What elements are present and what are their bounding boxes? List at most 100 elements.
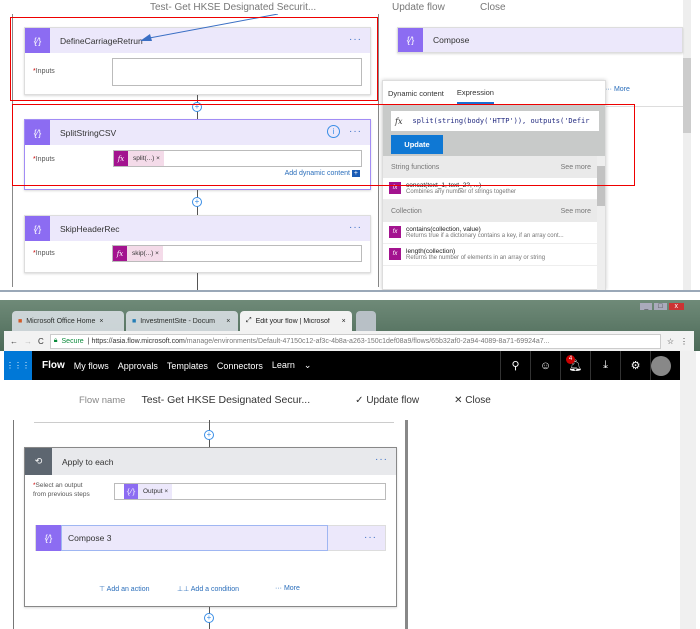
more-button[interactable]: ··· More [275, 585, 300, 592]
top-nav-bar: ⋮⋮⋮ Flow My flows Approvals Templates Co… [4, 351, 680, 380]
browser-tab[interactable]: ■ Microsoft Office Home × [12, 311, 124, 331]
browser-tab[interactable]: ■ InvestmentSite - Docum × [126, 311, 238, 331]
section-collection: Collection See more [383, 200, 599, 222]
close-tab-icon[interactable]: × [226, 318, 230, 325]
close-partial[interactable]: Close [480, 2, 506, 13]
settings-gear-icon[interactable]: ⚙ [620, 351, 650, 380]
update-flow-button[interactable]: ✓ Update flow [355, 395, 419, 406]
top-screenshot-panel: Test- Get HKSE Designated Securit... Upd… [0, 0, 700, 292]
tab-dynamic-content[interactable]: Dynamic content [388, 89, 444, 98]
apply-to-each-card[interactable]: ⟲ Apply to each ··· *Select an output from … [24, 447, 397, 607]
function-desc: Returns true if a dictionary contains a … [406, 233, 564, 239]
loop-icon: ⟲ [25, 448, 52, 475]
update-flow-partial[interactable]: Update flow [392, 2, 445, 13]
browser-menu-icon[interactable]: ⋮ [680, 337, 688, 346]
search-icon[interactable]: ⚲ [500, 351, 530, 380]
feedback-smiley-icon[interactable]: ☺ [530, 351, 560, 380]
nav-learn-label: Learn [271, 360, 295, 370]
insert-step-button[interactable]: + [204, 430, 214, 440]
compose-3-card[interactable]: {⁄} Compose 3 ··· [35, 525, 386, 551]
output-token[interactable]: {⁄} Output × [124, 484, 173, 499]
expression-token[interactable]: fx skip(...) × [113, 246, 163, 261]
add-condition-icon: ⊥⊥ [177, 586, 190, 593]
card-skip-header-rec[interactable]: {⁄} SkipHeaderRec ··· *Inputs fx skip(...) … [24, 215, 371, 273]
app-launcher-icon[interactable]: ⋮⋮⋮ [4, 351, 32, 380]
function-desc: Combines any number of strings together [406, 189, 517, 195]
add-action-label: Add an action [106, 586, 150, 593]
card-title: Compose 3 [61, 525, 328, 551]
insert-step-button[interactable]: + [204, 613, 214, 623]
brand-flow[interactable]: Flow [42, 360, 65, 371]
lock-icon: 🔒︎ [53, 337, 58, 344]
fx-icon: fx [389, 248, 401, 260]
browser-chrome: ■ Microsoft Office Home × ■ InvestmentSite … [0, 300, 700, 351]
highlight-box-split [12, 104, 635, 186]
card-compose[interactable]: {⁄} Compose [397, 27, 683, 53]
more-label: More [283, 585, 300, 592]
sharepoint-icon: ■ [132, 317, 137, 325]
browser-tab-active[interactable]: ⤢ Edit your flow | Microsof × [240, 311, 352, 331]
flow-icon: ⤢ [246, 317, 252, 324]
tab-expression[interactable]: Expression [456, 83, 494, 104]
address-bar[interactable]: 🔒︎ Secure | https://asia.flow.microsoft.co… [49, 333, 661, 349]
add-condition-label: Add a condition [190, 586, 240, 593]
back-icon[interactable]: ← [10, 337, 18, 346]
function-item[interactable]: fx contains(collection, value) Returns tru… [383, 222, 599, 244]
more-options-icon[interactable]: ··· [349, 222, 362, 233]
nav-my-flows[interactable]: My flows [74, 361, 109, 371]
close-tab-icon[interactable]: × [342, 318, 346, 325]
download-icon[interactable]: ⤓ [590, 351, 620, 380]
more-options-icon[interactable]: ··· [375, 454, 388, 465]
close-button[interactable]: ✕ Close [454, 395, 491, 406]
page-scrollbar[interactable] [680, 351, 696, 629]
pane-divider [405, 420, 408, 629]
add-condition-button[interactable]: ⊥⊥ Add a condition [177, 585, 239, 593]
close-window-button[interactable]: x [668, 303, 684, 310]
insert-step-button[interactable]: + [192, 197, 202, 207]
nav-connectors[interactable]: Connectors [217, 361, 263, 371]
token-label: skip(...) [132, 250, 154, 257]
maximize-button[interactable]: □ [654, 303, 667, 310]
select-output-label: Select an output [35, 482, 83, 489]
tab-label: Edit your flow | Microsof [255, 317, 330, 325]
scrollbar[interactable] [683, 0, 691, 290]
tab-label: InvestmentSite - Docum [140, 317, 215, 325]
section-title: Collection [391, 207, 422, 215]
compose-icon: {⁄} [124, 484, 138, 499]
forward-icon[interactable]: → [24, 337, 32, 346]
highlight-box-define [10, 17, 378, 101]
bookmark-star-icon[interactable]: ☆ [667, 337, 674, 346]
flow-title-partial: Test- Get HKSE Designated Securit... [150, 2, 317, 13]
notifications-bell-icon[interactable]: 🔔︎ 4 [560, 351, 590, 380]
url-path: /manage/environments/Default-47150c12-af… [184, 337, 550, 345]
window-controls: _ □ x [640, 303, 684, 310]
fx-icon: fx [389, 226, 401, 238]
nav-templates[interactable]: Templates [167, 361, 208, 371]
add-action-button[interactable]: ⊤ Add an action [99, 585, 149, 593]
secure-label: Secure [61, 337, 84, 345]
user-avatar[interactable] [650, 351, 680, 380]
function-name: length(collection) [406, 248, 456, 255]
more-link[interactable]: ··· More [605, 86, 630, 93]
token-label: Output [143, 488, 163, 495]
tab-label: Microsoft Office Home [26, 317, 96, 325]
see-more-link[interactable]: See more [561, 208, 591, 215]
nav-approvals[interactable]: Approvals [118, 361, 158, 371]
compose-icon: {⁄} [36, 525, 61, 551]
select-output-field[interactable]: {⁄} Output × [114, 483, 386, 500]
more-options-icon[interactable]: ··· [364, 532, 377, 543]
compose-icon: {⁄} [398, 28, 423, 52]
close-tab-icon[interactable]: × [99, 318, 103, 325]
close-label: Close [465, 394, 491, 406]
flow-header: Flow name Test- Get HKSE Designated Secu… [4, 380, 680, 420]
function-name: contains(collection, value) [406, 226, 481, 233]
flow-name-input[interactable]: Test- Get HKSE Designated Secur... [141, 394, 310, 406]
reload-icon[interactable]: C [38, 337, 44, 346]
inputs-field[interactable]: fx skip(...) × [112, 245, 362, 262]
office-icon: ■ [18, 317, 23, 325]
new-tab-button[interactable] [356, 311, 376, 331]
nav-learn[interactable]: Learn ⌄ [272, 360, 312, 371]
add-action-icon: ⊤ [99, 586, 106, 593]
function-item[interactable]: fx length(collection) Returns the number o… [383, 244, 599, 266]
minimize-button[interactable]: _ [640, 303, 653, 310]
